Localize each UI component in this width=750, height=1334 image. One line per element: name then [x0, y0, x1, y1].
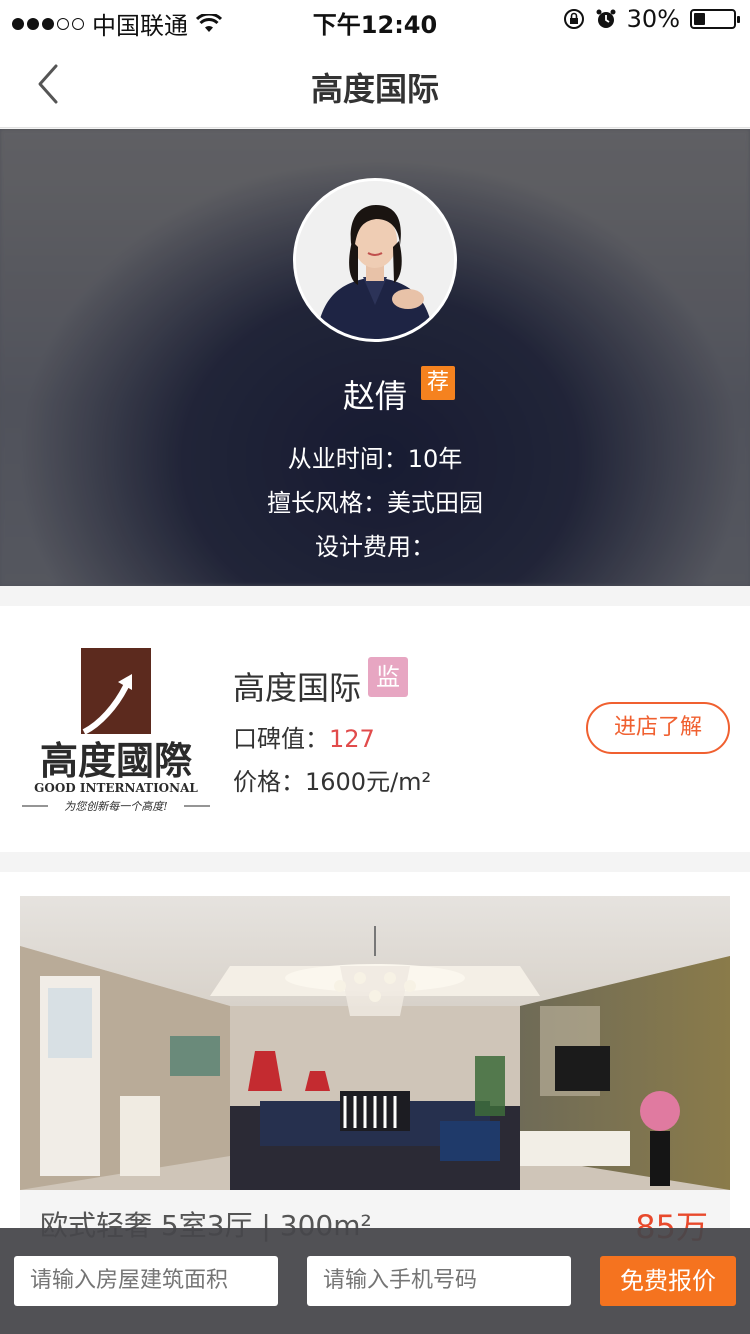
nav-bar: 高度国际 [0, 40, 750, 128]
company-logo: 高度國際 GOOD INTERNATIONAL 为您创新每一个高度! [18, 646, 214, 816]
designer-name-text: 赵倩 [342, 377, 407, 415]
company-price: 价格：1600元/m² [233, 768, 432, 796]
logo-en-text: GOOD INTERNATIONAL [34, 781, 198, 795]
battery-percent: 30% [626, 5, 680, 33]
designer-hero: 赵倩 荐 从业时间：10年 擅长风格：美式田园 设计费用： [0, 129, 750, 586]
page-title: 高度国际 [310, 70, 439, 108]
supervised-badge: 监 [368, 657, 408, 697]
quote-bar: 免费报价 [0, 1228, 750, 1334]
battery-icon [690, 9, 740, 29]
rotation-lock-icon [563, 9, 584, 29]
phone-input[interactable] [307, 1256, 571, 1306]
reputation-value: 127 [329, 725, 375, 753]
battery-level [694, 13, 706, 25]
page: 中国联通 下午12:40 30% 高度国际 赵倩 荐 从业时间：10年 擅长风格… [0, 0, 750, 1334]
designer-style: 擅长风格：美式田园 [267, 489, 483, 517]
designer-portrait [296, 181, 454, 339]
status-bar: 中国联通 下午12:40 30% [0, 0, 750, 40]
free-quote-button[interactable]: 免费报价 [600, 1256, 736, 1306]
company-logo-graphic: 高度國際 GOOD INTERNATIONAL 为您创新每一个高度! [22, 648, 210, 813]
logo-cn-text: 高度國際 [40, 738, 192, 783]
reputation-label: 口碑值： [233, 725, 329, 753]
recommended-badge: 荐 [421, 366, 455, 400]
area-input[interactable] [14, 1256, 278, 1306]
enter-store-button[interactable]: 进店了解 [586, 702, 730, 754]
designer-experience: 从业时间：10年 [287, 445, 463, 473]
designer-fee: 设计费用： [315, 533, 435, 561]
logo-slogan: 为您创新每一个高度! [64, 800, 167, 813]
living-room-photo [20, 896, 730, 1190]
company-name: 高度国际 [233, 669, 362, 707]
designer-avatar[interactable] [293, 178, 457, 342]
case-image[interactable] [20, 896, 730, 1190]
company-card[interactable]: 高度國際 GOOD INTERNATIONAL 为您创新每一个高度! 高度国际 … [0, 606, 750, 852]
status-right: 30% [563, 5, 740, 33]
reputation-line: 口碑值：127 [233, 719, 375, 754]
alarm-icon [596, 9, 616, 28]
designer-name: 赵倩 [0, 371, 750, 417]
